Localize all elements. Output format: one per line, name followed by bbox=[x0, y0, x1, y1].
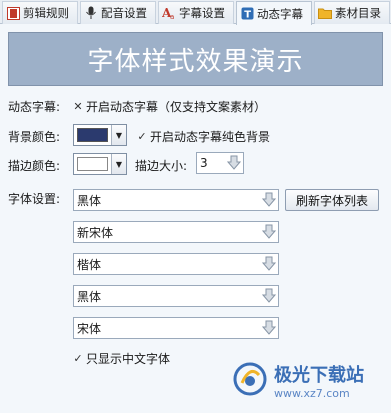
font-name: 黑体 bbox=[77, 193, 102, 208]
stroke-color-picker[interactable]: ▼ bbox=[73, 153, 127, 175]
chevron-down-icon: ▼ bbox=[111, 154, 126, 174]
checkbox-label: 开启动态字幕（仅支持文案素材） bbox=[86, 100, 267, 114]
stroke-size-value: 3 bbox=[200, 156, 208, 170]
tab-subtitle-settings[interactable]: Aa 字幕设置 bbox=[158, 1, 234, 24]
checkbox-label: 开启动态字幕纯色背景 bbox=[150, 130, 271, 144]
svg-text:T: T bbox=[244, 10, 251, 21]
font-select-4[interactable]: 黑体 bbox=[73, 285, 279, 307]
font-name: 新宋体 bbox=[77, 225, 114, 240]
font-select-2[interactable]: 新宋体 bbox=[73, 221, 279, 243]
arrow-down-icon[interactable] bbox=[225, 153, 243, 173]
refresh-font-list-button[interactable]: 刷新字体列表 bbox=[285, 189, 379, 211]
watermark-title: 极光下载站 bbox=[274, 364, 364, 386]
tab-label: 字幕设置 bbox=[179, 6, 225, 20]
solid-background-checkbox[interactable]: ✓ 开启动态字幕纯色背景 bbox=[136, 128, 270, 145]
font-preview-banner: 字体样式效果演示 bbox=[8, 32, 383, 86]
tab-bar: 剪辑规则 配音设置 Aa 字幕设置 T 动态字幕 素材目录 bbox=[0, 0, 391, 25]
font-select-3[interactable]: 楷体 bbox=[73, 253, 279, 275]
checkbox-label: 只显示中文字体 bbox=[86, 352, 171, 366]
font-select-1[interactable]: 黑体 bbox=[73, 189, 279, 211]
dynamic-subtitle-label: 动态字幕: bbox=[8, 100, 61, 114]
checkbox-x-icon: ✕ bbox=[73, 100, 83, 113]
font-name: 楷体 bbox=[77, 257, 102, 272]
arrow-down-icon[interactable] bbox=[260, 254, 278, 274]
font-settings-label: 字体设置: bbox=[8, 192, 61, 206]
stroke-size-field[interactable]: 3 bbox=[196, 152, 244, 174]
banner-text: 字体样式效果演示 bbox=[87, 46, 304, 77]
watermark: 极光下载站 www.xz7.com bbox=[232, 355, 382, 405]
background-color-label: 背景颜色: bbox=[8, 130, 61, 144]
chinese-fonts-only-checkbox[interactable]: ✓ 只显示中文字体 bbox=[72, 350, 170, 367]
stroke-color-swatch bbox=[77, 157, 108, 171]
tab-voice-settings[interactable]: 配音设置 bbox=[80, 1, 156, 24]
arrow-down-icon[interactable] bbox=[260, 190, 278, 210]
tab-label: 配音设置 bbox=[101, 6, 147, 20]
arrow-down-icon[interactable] bbox=[260, 222, 278, 242]
film-icon bbox=[6, 6, 20, 20]
chevron-down-icon: ▼ bbox=[111, 125, 126, 145]
tab-label: 剪辑规则 bbox=[23, 6, 69, 20]
folder-icon bbox=[318, 6, 332, 20]
watermark-logo-icon bbox=[232, 361, 268, 400]
background-color-picker[interactable]: ▼ bbox=[73, 124, 127, 146]
text-t-icon: T bbox=[240, 7, 254, 21]
tab-material-dir[interactable]: 素材目录 bbox=[314, 1, 390, 24]
checkmark-icon: ✓ bbox=[137, 130, 147, 143]
arrow-down-icon[interactable] bbox=[260, 318, 278, 338]
font-name: 宋体 bbox=[77, 321, 102, 336]
tab-label: 素材目录 bbox=[335, 6, 381, 20]
watermark-url: www.xz7.com bbox=[274, 386, 350, 400]
font-select-5[interactable]: 宋体 bbox=[73, 317, 279, 339]
background-color-swatch bbox=[77, 128, 108, 142]
tab-edit-rules[interactable]: 剪辑规则 bbox=[2, 1, 78, 24]
enable-dynamic-subtitle-checkbox[interactable]: ✕ 开启动态字幕（仅支持文案素材） bbox=[72, 98, 266, 115]
checkmark-icon: ✓ bbox=[73, 352, 83, 365]
microphone-icon bbox=[84, 6, 98, 20]
subtitle-icon: Aa bbox=[162, 6, 176, 20]
tab-dynamic-subtitle[interactable]: T 动态字幕 bbox=[236, 1, 312, 25]
font-name: 黑体 bbox=[77, 289, 102, 304]
tab-label: 动态字幕 bbox=[257, 6, 303, 21]
stroke-color-label: 描边颜色: bbox=[8, 159, 61, 173]
arrow-down-icon[interactable] bbox=[260, 286, 278, 306]
stroke-size-label: 描边大小: bbox=[135, 159, 188, 173]
svg-text:a: a bbox=[170, 13, 174, 20]
